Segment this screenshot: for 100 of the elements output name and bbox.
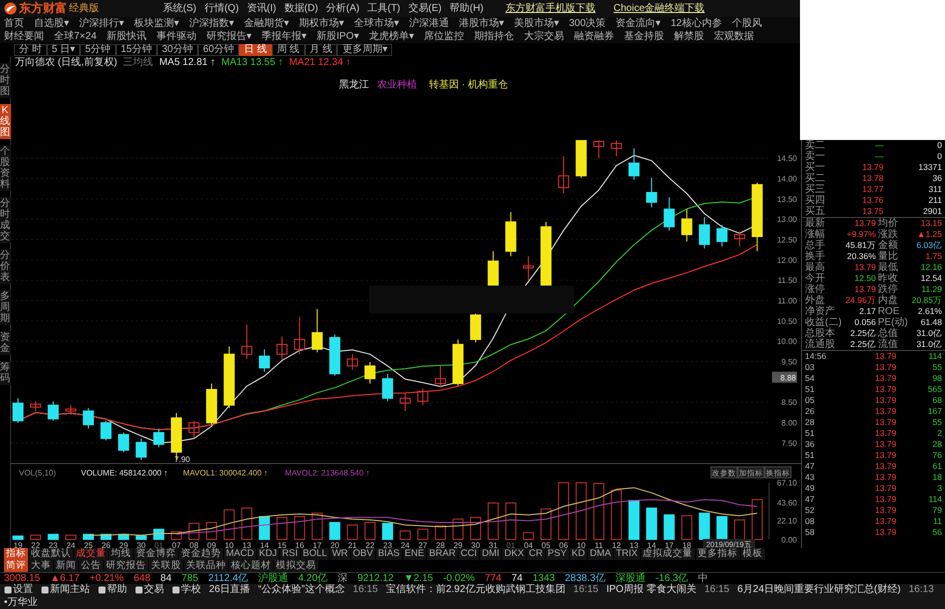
nav-link[interactable]: 期指持仓	[470, 30, 518, 42]
nav-link[interactable]: 事件驱动	[152, 30, 201, 42]
side-tab[interactable]: 资金	[0, 331, 10, 355]
info-tab[interactable]: 简评	[4, 560, 28, 572]
side-tab[interactable]: 分时图	[0, 63, 10, 98]
indicator-tab[interactable]: BIAS	[376, 548, 402, 560]
menu-item[interactable]: 交易(E)	[404, 2, 446, 14]
info-tab[interactable]: 大事	[29, 560, 53, 572]
nav-link[interactable]: 新股快讯	[102, 30, 151, 42]
nav-link[interactable]: 解禁股	[670, 30, 708, 42]
nav-link[interactable]: 沪深指数▾	[185, 18, 238, 30]
indicator-tab[interactable]: PSY	[546, 548, 569, 560]
nav-link[interactable]: 大宗交易	[520, 30, 568, 42]
side-tab[interactable]: 个股资料	[0, 145, 10, 191]
indicator-tab[interactable]: OBV	[350, 548, 375, 560]
nav-link[interactable]: 港股市场▾	[455, 18, 508, 30]
period-tab[interactable]: 15分钟	[116, 44, 157, 56]
info-tab[interactable]: 公告	[79, 560, 103, 572]
info-tab[interactable]: 核心题材	[229, 560, 273, 572]
download-link[interactable]: 东方财富手机版下载	[506, 2, 596, 14]
indicator-tab[interactable]: 资金博弈	[134, 548, 178, 560]
period-tab[interactable]: 5分钟	[80, 44, 116, 56]
nav-link[interactable]: 首页	[0, 18, 28, 30]
nav-link[interactable]: 全球7×24	[50, 30, 101, 42]
indicator-tab[interactable]: DKX	[502, 548, 526, 560]
menu-item[interactable]: 帮助(H)	[446, 2, 488, 14]
nav-link[interactable]: 板块监测▾	[130, 18, 183, 30]
nav-link[interactable]: 基金持股	[620, 30, 668, 42]
shortcut-button[interactable]: 设置	[4, 584, 33, 596]
nav-link[interactable]: 研究报告▾	[202, 30, 256, 42]
info-tab[interactable]: 关联品种	[184, 560, 228, 572]
shortcut-button[interactable]: 新闻主站	[41, 584, 90, 596]
shortcut-button[interactable]: 帮助	[98, 584, 127, 596]
nav-link[interactable]: 全球市场▾	[350, 18, 403, 30]
indicator-tab[interactable]: RSI	[280, 548, 300, 560]
news-headline[interactable]: 宝信软件：前2.92亿元收购武钢工技集团	[386, 584, 566, 596]
indicator-tab[interactable]: DMI	[480, 548, 502, 560]
side-tab[interactable]: 分时成交	[0, 197, 10, 243]
indicator-heading[interactable]: 指标	[4, 548, 28, 560]
news-headline[interactable]: 26日直播	[209, 584, 250, 596]
nav-link[interactable]: 12核心内参	[666, 18, 726, 30]
shortcut-button[interactable]: 交易	[135, 584, 164, 596]
indicator-tab[interactable]: 成交量	[74, 548, 108, 560]
indicator-tab[interactable]: ENE	[402, 548, 426, 560]
indicator-tab[interactable]: WR	[330, 548, 350, 560]
nav-link[interactable]: 300决策	[565, 18, 610, 30]
indicator-tab[interactable]: 模板	[740, 548, 765, 560]
info-tab[interactable]: 研究报告	[104, 560, 148, 572]
indicator-tab[interactable]: 均线	[109, 548, 133, 560]
nav-link[interactable]: 沪深港通	[405, 18, 453, 30]
info-tab[interactable]: 关联股	[149, 560, 183, 572]
nav-link[interactable]: 美股市场▾	[510, 18, 563, 30]
nav-link[interactable]: 个股风	[728, 18, 766, 30]
indicator-tab[interactable]: 更多指标	[696, 548, 740, 560]
period-tab[interactable]: 更多周期▾	[337, 44, 392, 56]
period-tab[interactable]: 60分钟	[198, 44, 240, 56]
period-tab[interactable]: 30分钟	[156, 44, 198, 56]
indicator-tab[interactable]: TRIX	[614, 548, 640, 560]
indicator-tab[interactable]: DMA	[588, 548, 613, 560]
nav-link[interactable]: 财经要闻	[0, 30, 48, 42]
news-headline[interactable]: 6月24日晚间重要行业研究汇总(财经)	[737, 584, 901, 596]
news-headline[interactable]: IPO周报 零食大闹关	[606, 584, 696, 596]
nav-link[interactable]: 融资融券	[570, 30, 618, 42]
side-tab[interactable]: 筹码	[0, 361, 10, 385]
period-tab[interactable]: 月 线	[304, 44, 338, 56]
download-link[interactable]: Choice金融终端下载	[614, 2, 705, 14]
indicator-tab[interactable]: BOLL	[300, 548, 330, 560]
period-tab[interactable]: 分 时	[14, 44, 47, 56]
indicator-tab[interactable]: MACD	[224, 548, 256, 560]
nav-link[interactable]: 金融期货▾	[240, 18, 293, 30]
period-tab[interactable]: 日 线	[239, 44, 272, 56]
menu-item[interactable]: 工具(T)	[363, 2, 404, 14]
menu-item[interactable]: 系统(S)	[159, 2, 200, 14]
indicator-tab[interactable]: 收盘默认	[29, 548, 73, 560]
nav-link[interactable]: 新股IPO▾	[312, 30, 363, 42]
info-tab[interactable]: 新闻	[54, 560, 78, 572]
menu-item[interactable]: 资讯(I)	[242, 2, 280, 14]
indicator-tab[interactable]: CR	[526, 548, 545, 560]
nav-link[interactable]: 沪深排行▾	[75, 18, 128, 30]
menu-item[interactable]: 分析(A)	[322, 2, 364, 14]
side-tab[interactable]: 多周期	[0, 290, 10, 325]
side-tab[interactable]: K线图	[0, 104, 10, 139]
nav-link[interactable]: 自选股▾	[30, 18, 73, 30]
nav-link[interactable]: 资金流向▾	[612, 18, 665, 30]
indicator-tab[interactable]: 资金趋势	[179, 548, 223, 560]
side-tab[interactable]: 分价表	[0, 249, 10, 284]
indicator-tab[interactable]: BRAR	[427, 548, 458, 560]
indicator-tab[interactable]: KDJ	[256, 548, 279, 560]
menu-item[interactable]: 行情(Q)	[200, 2, 243, 14]
indicator-tab[interactable]: KD	[570, 548, 587, 560]
nav-link[interactable]: 期权市场▾	[295, 18, 348, 30]
menu-item[interactable]: 数据(D)	[280, 2, 322, 14]
news-headline[interactable]: •万华业	[4, 596, 38, 609]
nav-link[interactable]: 宏观数据	[710, 30, 758, 42]
indicator-tab[interactable]: 虚拟成交量	[640, 548, 695, 560]
period-tab[interactable]: 周 线	[272, 44, 305, 56]
nav-link[interactable]: 龙虎榜单▾	[364, 30, 418, 42]
nav-link[interactable]: 季报年报▾	[258, 30, 311, 42]
shortcut-button[interactable]: 学校	[172, 584, 201, 596]
news-headline[interactable]: “公众体验”这个概念	[258, 584, 345, 596]
